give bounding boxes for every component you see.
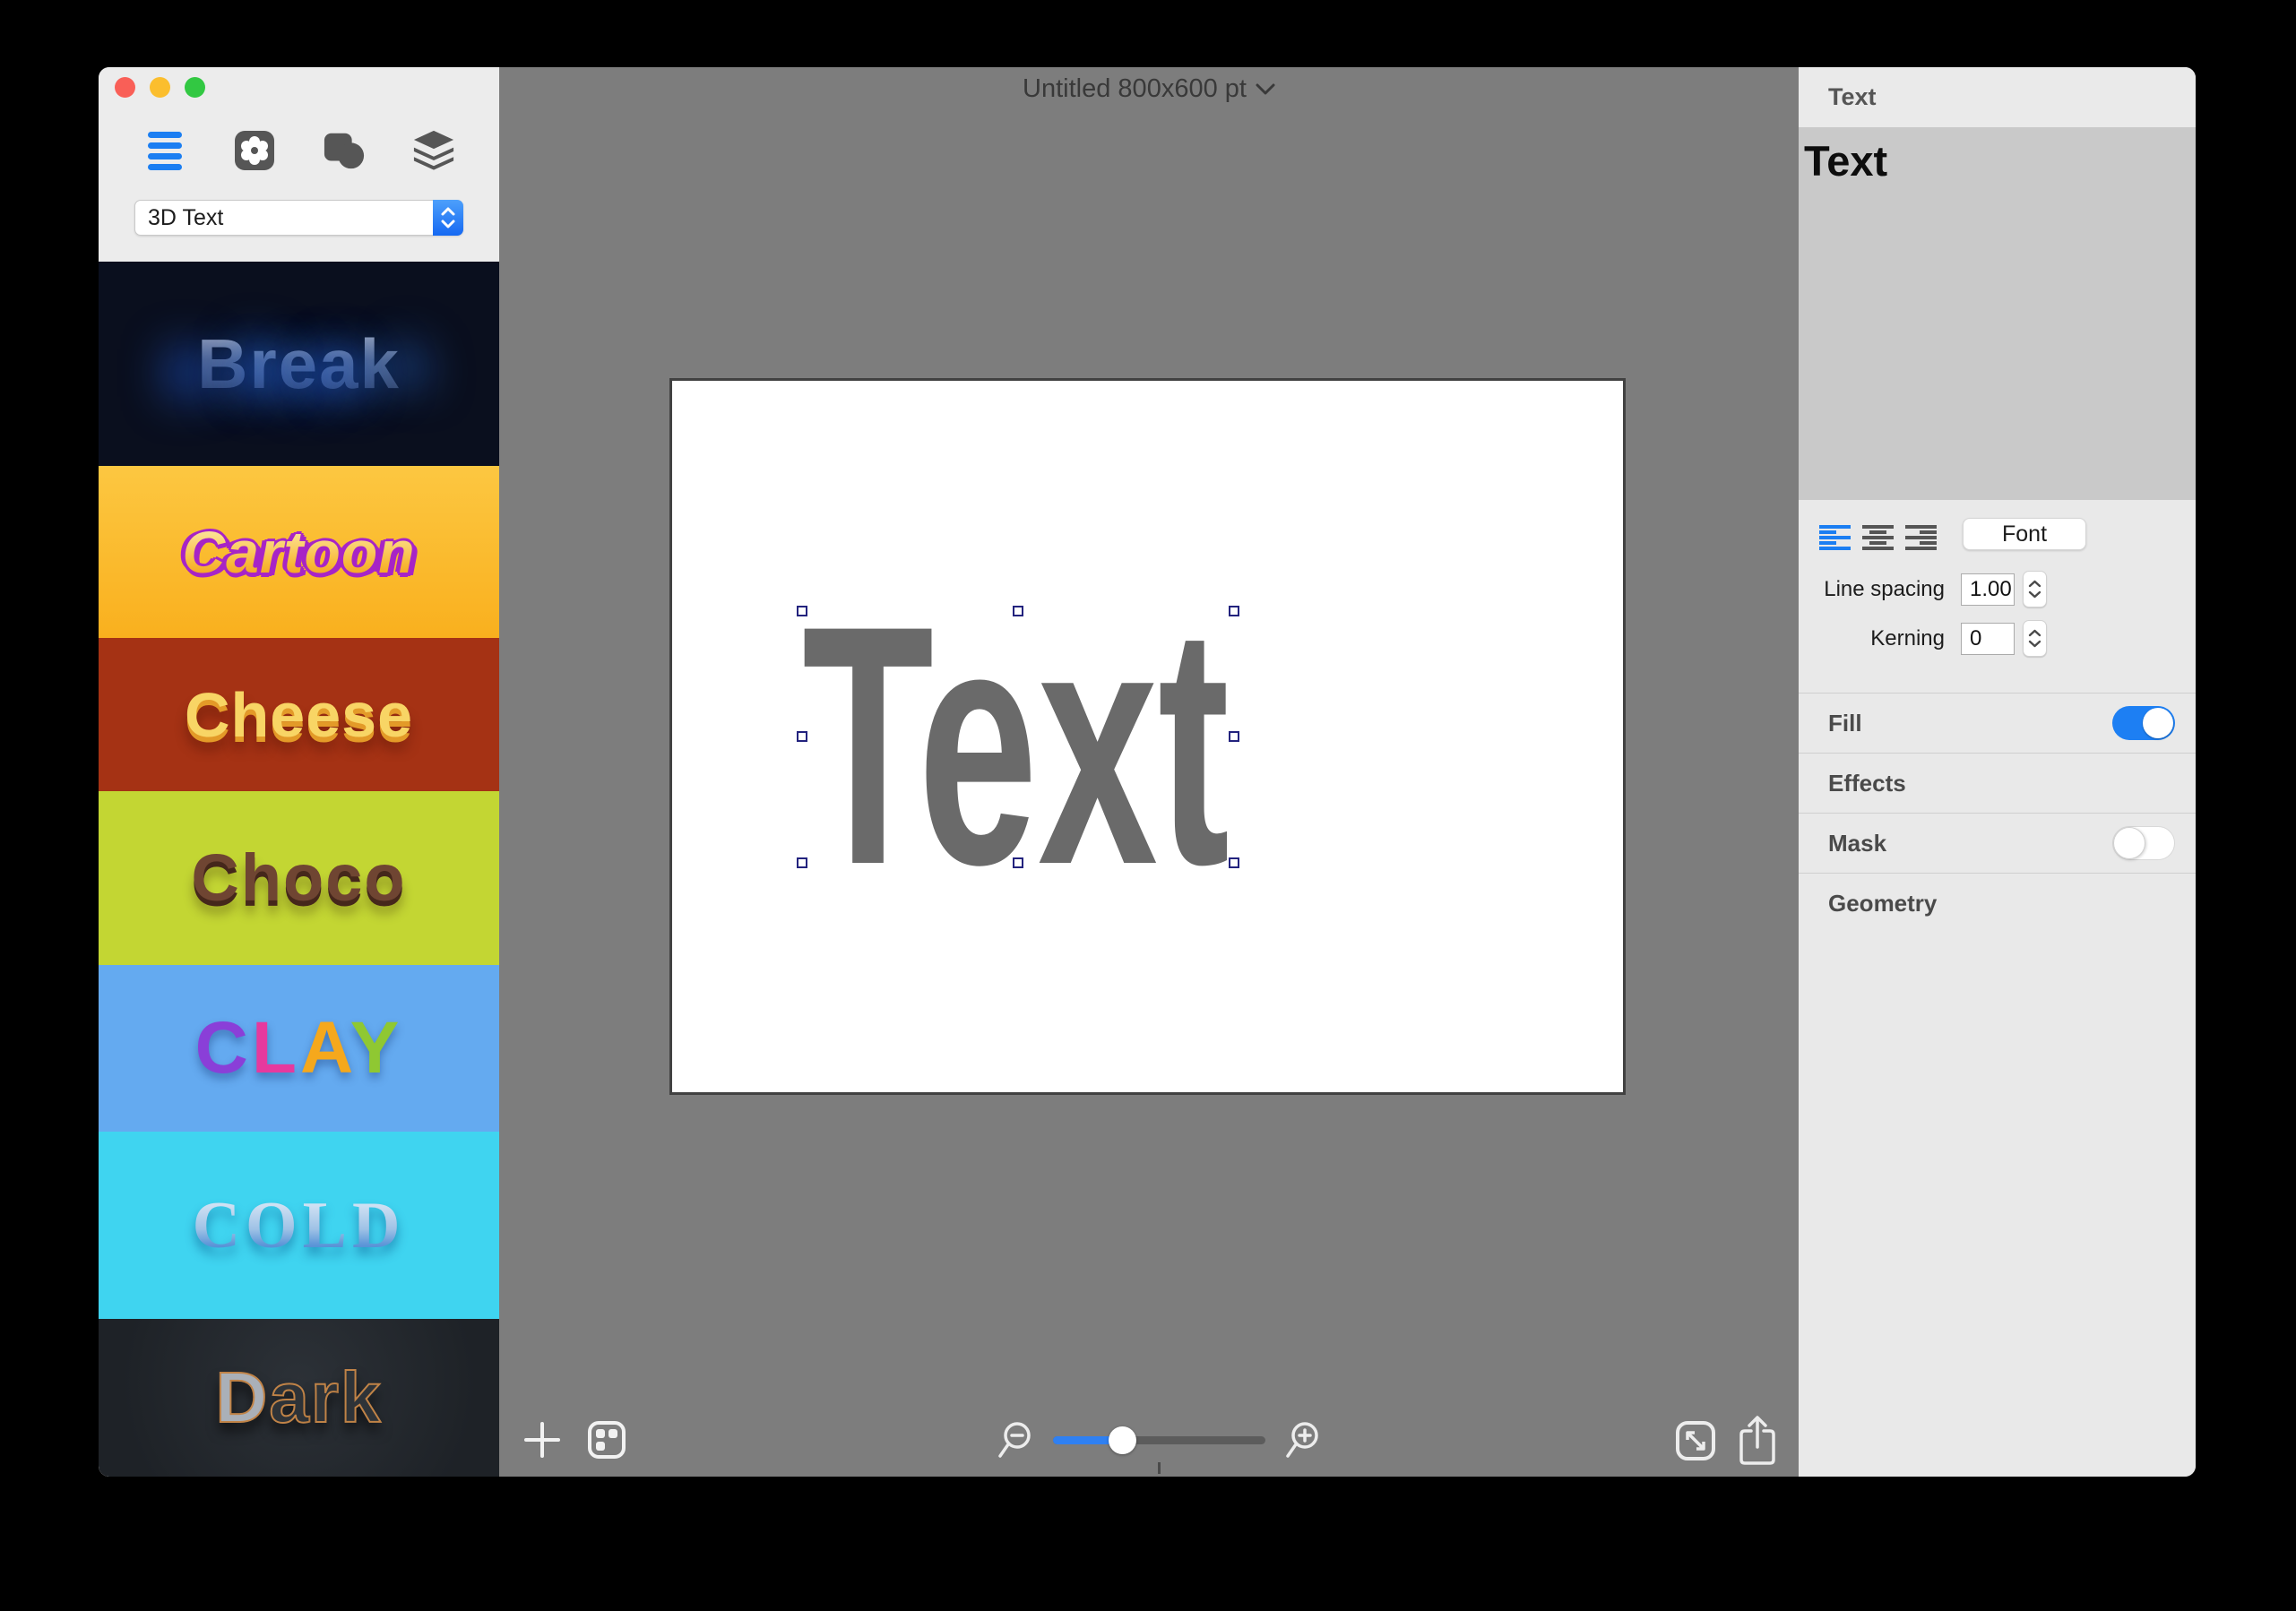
preset-clay[interactable]: CLAY — [99, 965, 499, 1132]
section-effects[interactable]: Effects — [1799, 753, 2196, 813]
selection-handle-top-mid[interactable] — [1013, 606, 1023, 616]
app-window: 3D Text Break Cartoon Cheese Choco CLAY COLD D… — [99, 67, 2196, 1477]
zoom-control — [997, 1420, 1321, 1474]
dropdown-stepper-icon — [433, 200, 463, 236]
document-title[interactable]: Untitled 800x600 pt — [499, 74, 1799, 104]
zoom-in-button[interactable] — [1285, 1420, 1321, 1461]
preset-cheese[interactable]: Cheese — [99, 638, 499, 791]
selection-handle-mid-right[interactable] — [1229, 731, 1239, 742]
styles-list-tab[interactable] — [143, 129, 186, 172]
kerning-input[interactable]: 0 — [1961, 622, 2015, 655]
toggle-knob — [2143, 708, 2173, 738]
templates-button[interactable] — [587, 1420, 626, 1460]
shapes-tab[interactable] — [323, 129, 366, 172]
minimize-button[interactable] — [150, 77, 170, 98]
preset-label: Break — [197, 324, 401, 403]
preset-choco[interactable]: Choco — [99, 791, 499, 965]
selection-handle-bottom-left[interactable] — [797, 857, 807, 868]
add-object-button[interactable] — [522, 1420, 562, 1460]
align-center-button[interactable] — [1862, 525, 1894, 550]
zoom-slider[interactable] — [1053, 1421, 1265, 1474]
zoom-out-button[interactable] — [997, 1420, 1033, 1461]
preset-label: COLD — [192, 1188, 406, 1262]
section-label: Geometry — [1828, 889, 1938, 917]
inspector-panel: Text Text Font Line spacing 1.00 Kerning — [1799, 67, 2196, 1477]
list-icon — [147, 131, 182, 170]
toggle-knob — [2113, 827, 2145, 859]
kerning-label: Kerning — [1870, 625, 1945, 650]
selection-handle-top-right[interactable] — [1229, 606, 1239, 616]
resize-canvas-button[interactable] — [1675, 1420, 1716, 1461]
section-geometry[interactable]: Geometry — [1799, 873, 2196, 933]
section-fill[interactable]: Fill — [1799, 693, 2196, 753]
text-content[interactable]: Text — [1804, 137, 1887, 185]
layers-icon — [413, 130, 453, 170]
zoom-detent-tick — [1158, 1462, 1161, 1474]
kerning-stepper[interactable] — [2023, 620, 2047, 657]
canvas-text-object[interactable]: Text — [802, 555, 1250, 935]
preset-cold[interactable]: COLD — [99, 1132, 499, 1319]
preset-list: Break Cartoon Cheese Choco CLAY COLD Dark — [99, 262, 499, 1477]
selection-handle-bottom-right[interactable] — [1229, 857, 1239, 868]
canvas-area: Untitled 800x600 pt Text — [499, 67, 1799, 1477]
chevron-down-icon — [1256, 83, 1275, 95]
preset-label: Choco — [191, 840, 407, 915]
line-spacing-label: Line spacing — [1824, 576, 1945, 601]
preset-label: Dark — [215, 1357, 383, 1437]
sidebar-toolbar — [99, 128, 499, 173]
adjust-tab[interactable] — [233, 129, 276, 172]
line-spacing-stepper[interactable] — [2023, 571, 2047, 607]
selection-handle-mid-left[interactable] — [797, 731, 807, 742]
layers-tab[interactable] — [412, 129, 455, 172]
align-left-button[interactable] — [1819, 525, 1851, 550]
text-controls: Font Line spacing 1.00 Kerning 0 — [1799, 500, 2196, 693]
font-button[interactable]: Font — [1963, 518, 2086, 550]
section-label: Effects — [1828, 769, 1906, 797]
fill-toggle[interactable] — [2112, 706, 2175, 740]
preset-label: Cheese — [184, 679, 414, 750]
inspector-title: Text — [1828, 83, 1877, 110]
zoom-slider-knob[interactable] — [1109, 1426, 1136, 1454]
preset-break[interactable]: Break — [99, 262, 499, 466]
traffic-lights — [115, 77, 205, 98]
sidebar-header: 3D Text — [99, 67, 499, 262]
shapes-icon — [324, 133, 364, 169]
alignment-group — [1819, 525, 1937, 550]
section-mask[interactable]: Mask — [1799, 813, 2196, 873]
line-spacing-input[interactable]: 1.00 — [1961, 573, 2015, 606]
flower-gear-icon — [234, 131, 274, 170]
inspector-header: Text — [1799, 67, 2196, 127]
section-label: Fill — [1828, 709, 1862, 737]
align-right-button[interactable] — [1905, 525, 1937, 550]
section-label: Mask — [1828, 829, 1887, 857]
selection-handle-bottom-mid[interactable] — [1013, 857, 1023, 868]
text-edit-area[interactable]: Text — [1799, 127, 2196, 500]
close-button[interactable] — [115, 77, 135, 98]
preset-label: CLAY — [194, 1007, 403, 1089]
mask-toggle[interactable] — [2112, 826, 2175, 860]
share-button[interactable] — [1739, 1415, 1775, 1467]
preset-cartoon[interactable]: Cartoon — [99, 466, 499, 638]
inspector-sections: Fill Effects Mask Geometry — [1799, 693, 2196, 933]
sidebar: 3D Text Break Cartoon Cheese Choco CLAY COLD D… — [99, 67, 499, 1477]
dropdown-value: 3D Text — [148, 204, 224, 230]
preset-dark[interactable]: Dark — [99, 1319, 499, 1477]
preset-label: Cartoon — [182, 519, 416, 585]
zoom-window-button[interactable] — [185, 77, 205, 98]
selection-handle-top-left[interactable] — [797, 606, 807, 616]
style-category-dropdown[interactable]: 3D Text — [134, 200, 463, 236]
artboard[interactable]: Text — [669, 378, 1626, 1095]
